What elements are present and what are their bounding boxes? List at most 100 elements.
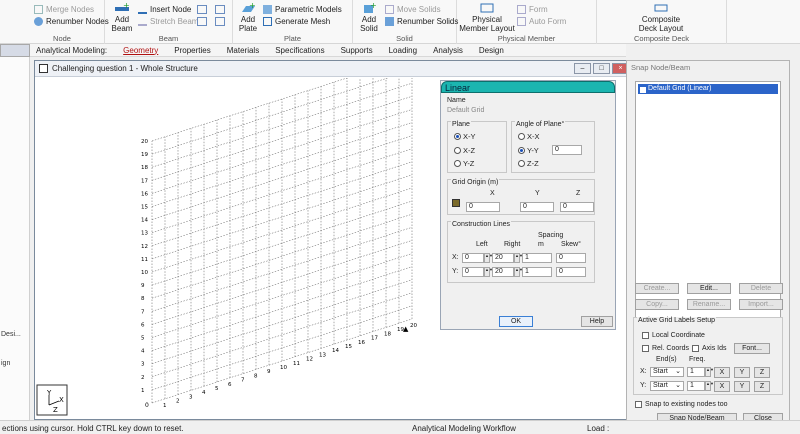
x-end-select[interactable]: Start ⌄ bbox=[650, 367, 684, 377]
grid-label-y-2: 2 bbox=[141, 375, 145, 381]
plane-yz-radio[interactable]: Y-Z bbox=[454, 159, 474, 168]
y-right-spinner[interactable]: ▲▼ bbox=[514, 267, 523, 277]
y-end-select[interactable]: Start ⌄ bbox=[650, 381, 684, 391]
x-spacing-input[interactable]: 1 bbox=[522, 253, 552, 263]
y-spacing-input[interactable]: 1 bbox=[522, 267, 552, 277]
add-plate-icon: + bbox=[242, 2, 256, 12]
grid-label-y-15: 15 bbox=[141, 205, 148, 211]
tab-geometry[interactable]: Geometry bbox=[123, 46, 158, 55]
y-right-input[interactable]: 20 bbox=[492, 267, 514, 277]
x-freq-spinner[interactable]: ▲▼ bbox=[705, 367, 714, 377]
origin-z-input[interactable]: 0 bbox=[560, 202, 594, 212]
grid-label-x-5: 5 bbox=[215, 386, 219, 392]
tab-design[interactable]: Design bbox=[479, 46, 504, 55]
merge-nodes-button[interactable]: Merge Nodes bbox=[34, 5, 94, 14]
snap-existing-nodes-checkbox[interactable]: Snap to existing nodes too bbox=[635, 401, 728, 408]
left-panel-label-1[interactable]: Desi... bbox=[1, 331, 21, 338]
tab-loading[interactable]: Loading bbox=[389, 46, 417, 55]
composite-deck-layout-button[interactable]: Composite Deck Layout bbox=[633, 2, 689, 33]
y-axis-x-button[interactable]: X bbox=[714, 381, 730, 392]
origin-y-input[interactable]: 0 bbox=[520, 202, 554, 212]
x-axis-x-button[interactable]: X bbox=[714, 367, 730, 378]
tab-supports[interactable]: Supports bbox=[341, 46, 373, 55]
beam-tool-icon-3[interactable] bbox=[215, 5, 225, 14]
renumber-solids-button[interactable]: Renumber Solids bbox=[385, 17, 458, 26]
tab-properties[interactable]: Properties bbox=[174, 46, 210, 55]
origin-x-input[interactable]: 0 bbox=[466, 202, 500, 212]
angle-yy-radio[interactable]: Y-Y bbox=[518, 146, 539, 155]
grid-label-y-11: 11 bbox=[141, 257, 148, 263]
grid-label-y-5: 5 bbox=[141, 336, 145, 342]
tab-specifications[interactable]: Specifications bbox=[275, 46, 324, 55]
grid-label-x-4: 4 bbox=[202, 390, 206, 396]
add-solid-button[interactable]: + Add Solid bbox=[356, 2, 382, 33]
beam-tool-icon-1[interactable] bbox=[197, 5, 207, 14]
linear-grid-dialog: Linear Name Default Grid Plane X-Y X-Z Y… bbox=[440, 80, 616, 330]
renumber-nodes-button[interactable]: Renumber Nodes bbox=[34, 17, 109, 26]
y-left-input[interactable]: 0 bbox=[462, 267, 484, 277]
generate-mesh-button[interactable]: Generate Mesh bbox=[263, 17, 330, 26]
rel-coords-checkbox[interactable]: Rel. Coords bbox=[642, 345, 689, 352]
add-plate-button[interactable]: + Add Plate bbox=[235, 2, 261, 33]
status-load: Load : bbox=[587, 424, 610, 433]
beam-tool-icon-4[interactable] bbox=[215, 17, 225, 26]
grid-list-item[interactable]: Default Grid (Linear) bbox=[638, 84, 778, 94]
add-beam-button[interactable]: + Add Beam bbox=[108, 2, 136, 33]
insert-node-button[interactable]: Insert Node bbox=[138, 5, 191, 14]
ok-button[interactable]: OK bbox=[499, 316, 533, 327]
plane-xy-radio[interactable]: X-Y bbox=[454, 132, 476, 141]
rename-grid-button[interactable]: Rename... bbox=[687, 299, 731, 310]
angle-value-input[interactable]: 0 bbox=[552, 145, 582, 155]
y-left-spinner[interactable]: ▲▼ bbox=[484, 267, 493, 277]
grid-label-x-11: 11 bbox=[293, 361, 300, 367]
copy-grid-button[interactable]: Copy... bbox=[635, 299, 679, 310]
import-grid-button[interactable]: Import... bbox=[739, 299, 783, 310]
x-left-spinner[interactable]: ▲▼ bbox=[484, 253, 493, 263]
y-axis-y-button[interactable]: Y bbox=[734, 381, 750, 392]
tab-analysis[interactable]: Analysis bbox=[433, 46, 463, 55]
y-skew-input[interactable]: 0 bbox=[556, 267, 586, 277]
x-left-input[interactable]: 0 bbox=[462, 253, 484, 263]
generate-mesh-icon bbox=[263, 17, 272, 26]
minimize-button[interactable]: – bbox=[574, 63, 591, 74]
stretch-beam-button[interactable]: Stretch Beam bbox=[138, 17, 198, 26]
maximize-button[interactable]: □ bbox=[593, 63, 610, 74]
x-right-spinner[interactable]: ▲▼ bbox=[514, 253, 523, 263]
form-button[interactable]: Form bbox=[517, 5, 548, 14]
delete-grid-button[interactable]: Delete bbox=[739, 283, 783, 294]
beam-tool-icon-2[interactable] bbox=[197, 17, 207, 26]
row-y-label: Y: bbox=[452, 268, 459, 275]
create-grid-button[interactable]: Create... bbox=[635, 283, 679, 294]
local-coordinate-checkbox[interactable]: Local Coordinate bbox=[642, 332, 705, 339]
physical-member-layout-button[interactable]: Physical Member Layout bbox=[459, 2, 515, 33]
y-axis-z-button[interactable]: Z bbox=[754, 381, 770, 392]
angle-zz-radio[interactable]: Z-Z bbox=[518, 159, 539, 168]
left-panel-label-2[interactable]: ign bbox=[1, 360, 10, 367]
parametric-models-button[interactable]: Parametric Models bbox=[263, 5, 342, 14]
move-solids-button[interactable]: Move Solids bbox=[385, 5, 441, 14]
angle-xx-radio[interactable]: X-X bbox=[518, 132, 540, 141]
plane-xz-radio[interactable]: X-Z bbox=[454, 146, 475, 155]
status-hint: ections using cursor. Hold CTRL key down… bbox=[2, 424, 184, 433]
x-axis-y-button[interactable]: Y bbox=[734, 367, 750, 378]
x-freq-input[interactable]: 1 bbox=[687, 367, 705, 377]
linear-dialog-title: Linear bbox=[441, 81, 615, 93]
tab-materials[interactable]: Materials bbox=[227, 46, 259, 55]
y-freq-input[interactable]: 1 bbox=[687, 381, 705, 391]
y-freq-spinner[interactable]: ▲▼ bbox=[705, 381, 714, 391]
x-skew-input[interactable]: 0 bbox=[556, 253, 586, 263]
font-button[interactable]: Font... bbox=[734, 343, 770, 354]
group-label-physical-member: Physical Member bbox=[497, 34, 556, 43]
grid-label-x-3: 3 bbox=[189, 394, 193, 400]
grid-list-item-checkbox[interactable] bbox=[640, 87, 646, 93]
help-button[interactable]: Help bbox=[581, 316, 613, 327]
ribbon-group-beam: + Add Beam Insert Node Stretch Beam Beam bbox=[105, 0, 233, 44]
left-panel-selected-row[interactable] bbox=[0, 44, 30, 57]
edit-grid-button[interactable]: Edit... bbox=[687, 283, 731, 294]
auto-form-button[interactable]: Auto Form bbox=[517, 17, 566, 26]
pick-origin-icon[interactable] bbox=[452, 199, 460, 207]
x-axis-z-button[interactable]: Z bbox=[754, 367, 770, 378]
axis-ids-checkbox[interactable]: Axis Ids bbox=[692, 345, 727, 352]
group-label-node: Node bbox=[53, 34, 71, 43]
x-right-input[interactable]: 20 bbox=[492, 253, 514, 263]
